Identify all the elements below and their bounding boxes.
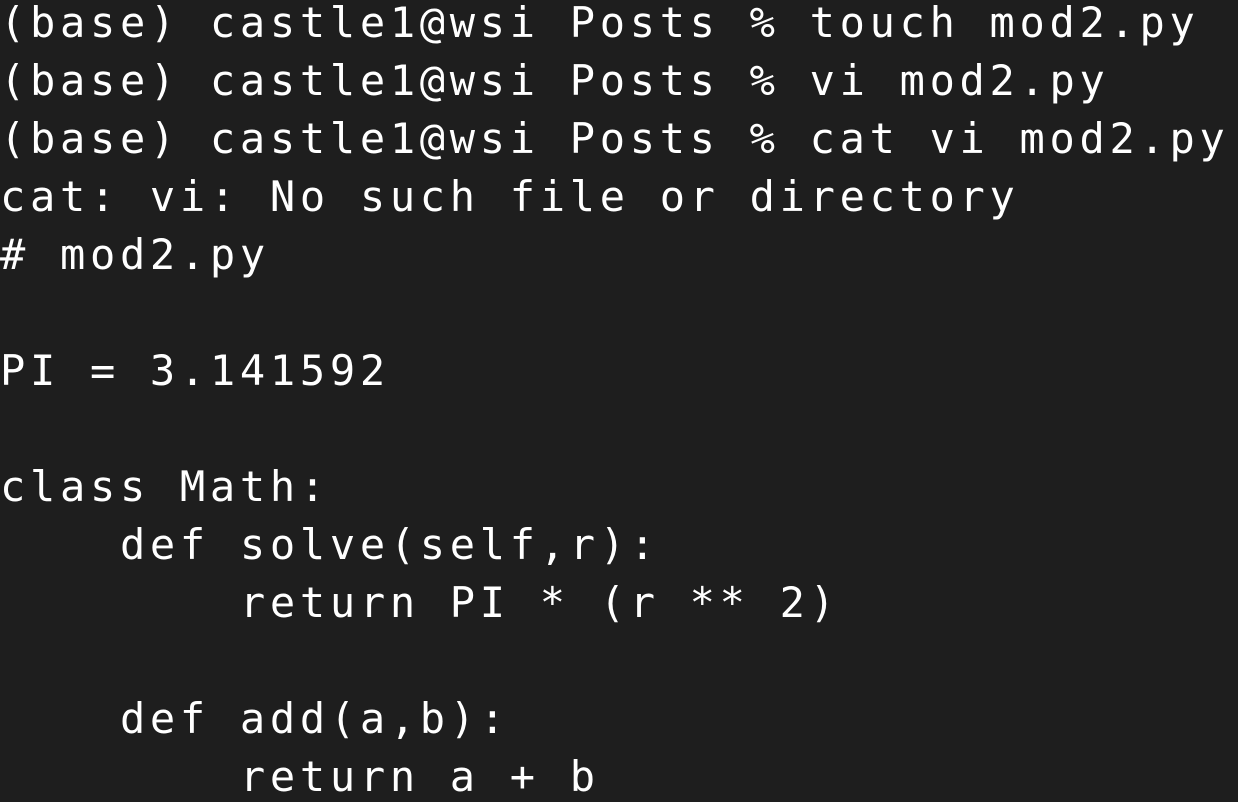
prompt-line-cat: (base) castle1@wsi Posts % cat vi mod2.p…: [0, 114, 1230, 163]
code-constant-line: PI = 3.141592: [0, 346, 390, 395]
prompt-line-vi: (base) castle1@wsi Posts % vi mod2.py: [0, 56, 1110, 105]
code-class-line: class Math:: [0, 462, 330, 511]
code-def-solve-line: def solve(self,r):: [0, 520, 660, 569]
code-return-solve-line: return PI * (r ** 2): [0, 578, 840, 627]
code-comment-line: # mod2.py: [0, 230, 270, 279]
prompt-line-touch: (base) castle1@wsi Posts % touch mod2.py: [0, 0, 1200, 47]
code-return-add-line: return a + b: [0, 752, 600, 801]
code-def-add-line: def add(a,b):: [0, 694, 510, 743]
error-output-line: cat: vi: No such file or directory: [0, 172, 1020, 221]
terminal-window[interactable]: (base) castle1@wsi Posts % touch mod2.py…: [0, 0, 1238, 802]
